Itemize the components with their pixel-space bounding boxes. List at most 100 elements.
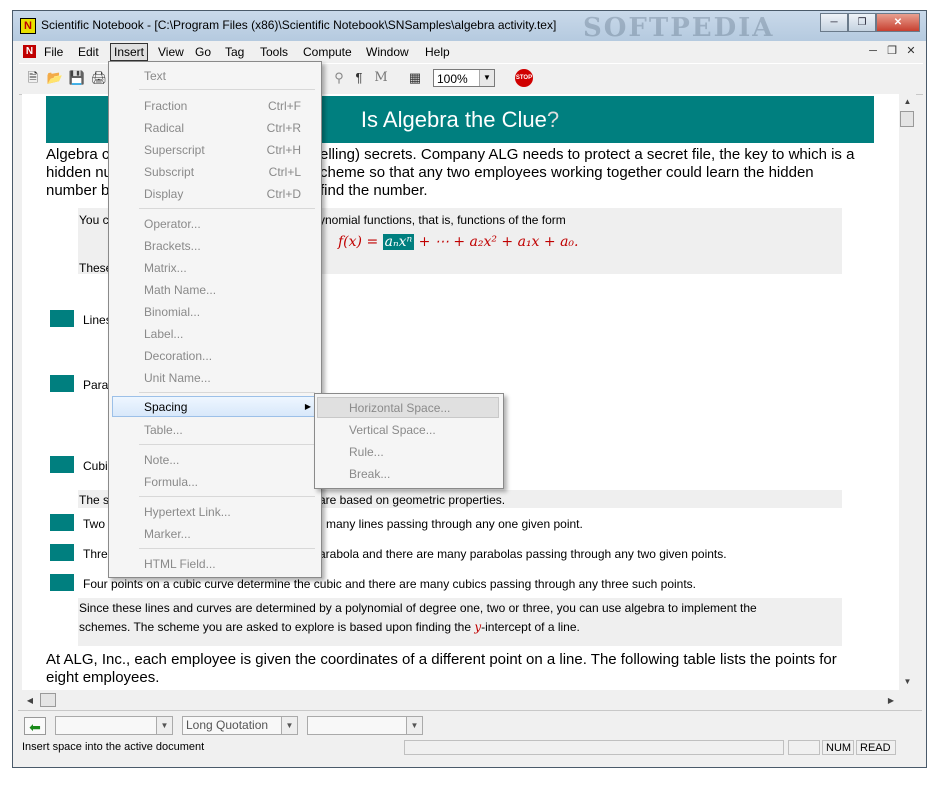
formula-selected-term: aₙxⁿ [382, 234, 415, 250]
stop-icon[interactable]: STOP [515, 69, 533, 87]
submenu-item-rule[interactable]: Rule... [349, 445, 384, 459]
menu-item-spacing-highlight[interactable] [112, 396, 317, 417]
menu-item-superscript[interactable]: Superscript [144, 143, 205, 157]
doc-restore-icon[interactable]: ❐ [884, 44, 900, 59]
menu-item-binomial[interactable]: Binomial... [144, 305, 200, 319]
menu-item-html-field[interactable]: HTML Field... [144, 557, 216, 571]
status-num: NUM [822, 740, 854, 755]
horizontal-scroll-thumb[interactable] [40, 693, 56, 707]
scroll-down-icon[interactable]: ▼ [899, 674, 916, 690]
cubic-marker[interactable] [50, 456, 74, 473]
menu-tag[interactable]: Tag [222, 44, 247, 60]
app-logo-icon: N [20, 18, 36, 34]
scroll-right-icon[interactable]: ▶ [883, 692, 899, 709]
since-line-1: Since these lines and curves are determi… [79, 601, 757, 615]
formula-rhs: + ⋯ + a₂x² + a₁x + a₀. [414, 234, 579, 250]
menu-item-hypertext-link[interactable]: Hypertext Link... [144, 505, 231, 519]
submenu-item-break[interactable]: Break... [349, 467, 390, 481]
parabola-label: Para [83, 378, 109, 392]
menu-item-decoration[interactable]: Decoration... [144, 349, 212, 363]
insert-menu: Text Fraction Ctrl+F Radical Ctrl+R Supe… [108, 61, 322, 578]
scroll-up-icon[interactable]: ▲ [899, 94, 916, 110]
horizontal-scrollbar[interactable]: ◀ ▶ [22, 692, 899, 709]
vertical-scrollbar[interactable]: ▲ ▼ [899, 94, 916, 690]
menu-help[interactable]: Help [422, 44, 453, 60]
find-icon[interactable]: ⚲ [329, 68, 349, 88]
menu-separator [139, 392, 315, 393]
schemes-text-b: are based on geometric properties. [319, 493, 506, 507]
back-arrow-icon[interactable]: ⬅ [24, 717, 46, 735]
menu-item-label[interactable]: Label... [144, 327, 183, 341]
lines-marker[interactable] [50, 310, 74, 327]
spacing-submenu: Horizontal Space... Vertical Space... Ru… [314, 393, 504, 489]
status-cell-blank [404, 740, 784, 755]
open-folder-icon[interactable]: 📂 [45, 68, 65, 88]
menu-item-unit-name[interactable]: Unit Name... [144, 371, 211, 385]
two-points-marker[interactable] [50, 514, 74, 531]
status-read: READ [856, 740, 896, 755]
scroll-left-icon[interactable]: ◀ [22, 692, 38, 709]
three-points-b: arabola and there are many parabolas pas… [319, 547, 727, 561]
math-mode-icon[interactable]: M [371, 68, 391, 88]
menu-item-brackets[interactable]: Brackets... [144, 239, 201, 253]
close-button[interactable]: ✕ [876, 13, 920, 32]
doc-close-icon[interactable]: ✕ [903, 44, 919, 59]
menu-item-formula[interactable]: Formula... [144, 475, 198, 489]
print-icon[interactable]: 🖨 [89, 68, 109, 88]
title-bar: N Scientific Notebook - [C:\Program File… [13, 11, 926, 43]
table-icon[interactable]: ▦ [405, 68, 425, 88]
submenu-item-horizontal-space[interactable]: Horizontal Space... [349, 401, 450, 415]
menu-compute[interactable]: Compute [300, 44, 355, 60]
polynomial-formula[interactable]: f(x) = aₙxⁿ + ⋯ + a₂x² + a₁x + a₀. [338, 234, 579, 250]
menu-item-table[interactable]: Table... [144, 423, 183, 437]
menu-view[interactable]: View [155, 44, 187, 60]
menu-item-text[interactable]: Text [144, 69, 166, 83]
zoom-select[interactable]: 100% ▼ [433, 69, 495, 87]
submenu-item-vertical-space[interactable]: Vertical Space... [349, 423, 436, 437]
menu-item-subscript[interactable]: Subscript [144, 165, 194, 179]
submenu-arrow-icon: ▶ [304, 402, 311, 411]
box1-text-b: ynomial functions, that is, functions of… [319, 213, 566, 227]
three-points-marker[interactable] [50, 544, 74, 561]
menu-tools[interactable]: Tools [257, 44, 291, 60]
body-tag-select[interactable]: Long Quotation ▼ [182, 716, 298, 735]
menu-separator [139, 89, 315, 90]
menu-item-math-name[interactable]: Math Name... [144, 283, 216, 297]
since-line-2: schemes. The scheme you are asked to exp… [79, 620, 580, 634]
vertical-scroll-thumb[interactable] [900, 111, 914, 127]
menu-item-matrix[interactable]: Matrix... [144, 261, 187, 275]
menu-separator [139, 496, 315, 497]
status-message: Insert space into the active document [22, 741, 205, 753]
menu-item-operator[interactable]: Operator... [144, 217, 201, 231]
menu-separator [139, 548, 315, 549]
menu-edit[interactable]: Edit [75, 44, 102, 60]
save-icon[interactable]: 💾 [67, 68, 87, 88]
menu-item-note[interactable]: Note... [144, 453, 179, 467]
menu-item-fraction[interactable]: Fraction [144, 99, 187, 113]
alg-line-2: eight employees. [46, 669, 160, 686]
text-tag-select[interactable]: ▼ [307, 716, 423, 735]
menu-go[interactable]: Go [192, 44, 214, 60]
menu-file[interactable]: File [41, 44, 66, 60]
menu-insert[interactable]: Insert [110, 43, 149, 61]
section-tag-select[interactable]: ▼ [55, 716, 173, 735]
menu-window[interactable]: Window [363, 44, 412, 60]
doc-minimize-icon[interactable]: ─ [865, 44, 881, 59]
status-bar: Insert space into the active document NU… [18, 740, 922, 756]
menu-item-marker[interactable]: Marker... [144, 527, 191, 541]
four-points-marker[interactable] [50, 574, 74, 591]
document-icon[interactable]: N [23, 45, 36, 58]
menu-item-spacing[interactable]: Spacing [144, 400, 187, 414]
minimize-button[interactable]: ─ [820, 13, 848, 32]
pilcrow-icon[interactable]: ¶ [349, 68, 369, 88]
chevron-down-icon: ▼ [281, 717, 297, 734]
new-document-icon[interactable]: 🗎 [23, 68, 43, 88]
parabola-marker[interactable] [50, 375, 74, 392]
chevron-down-icon: ▼ [156, 717, 172, 734]
menu-item-display[interactable]: Display [144, 187, 183, 201]
maximize-button[interactable]: ❐ [848, 13, 876, 32]
box1-text-a: You c [79, 213, 109, 227]
schemes-text-a: The s [79, 493, 110, 507]
menu-item-radical[interactable]: Radical [144, 121, 184, 135]
intro-line-3b: find the number. [320, 182, 428, 199]
